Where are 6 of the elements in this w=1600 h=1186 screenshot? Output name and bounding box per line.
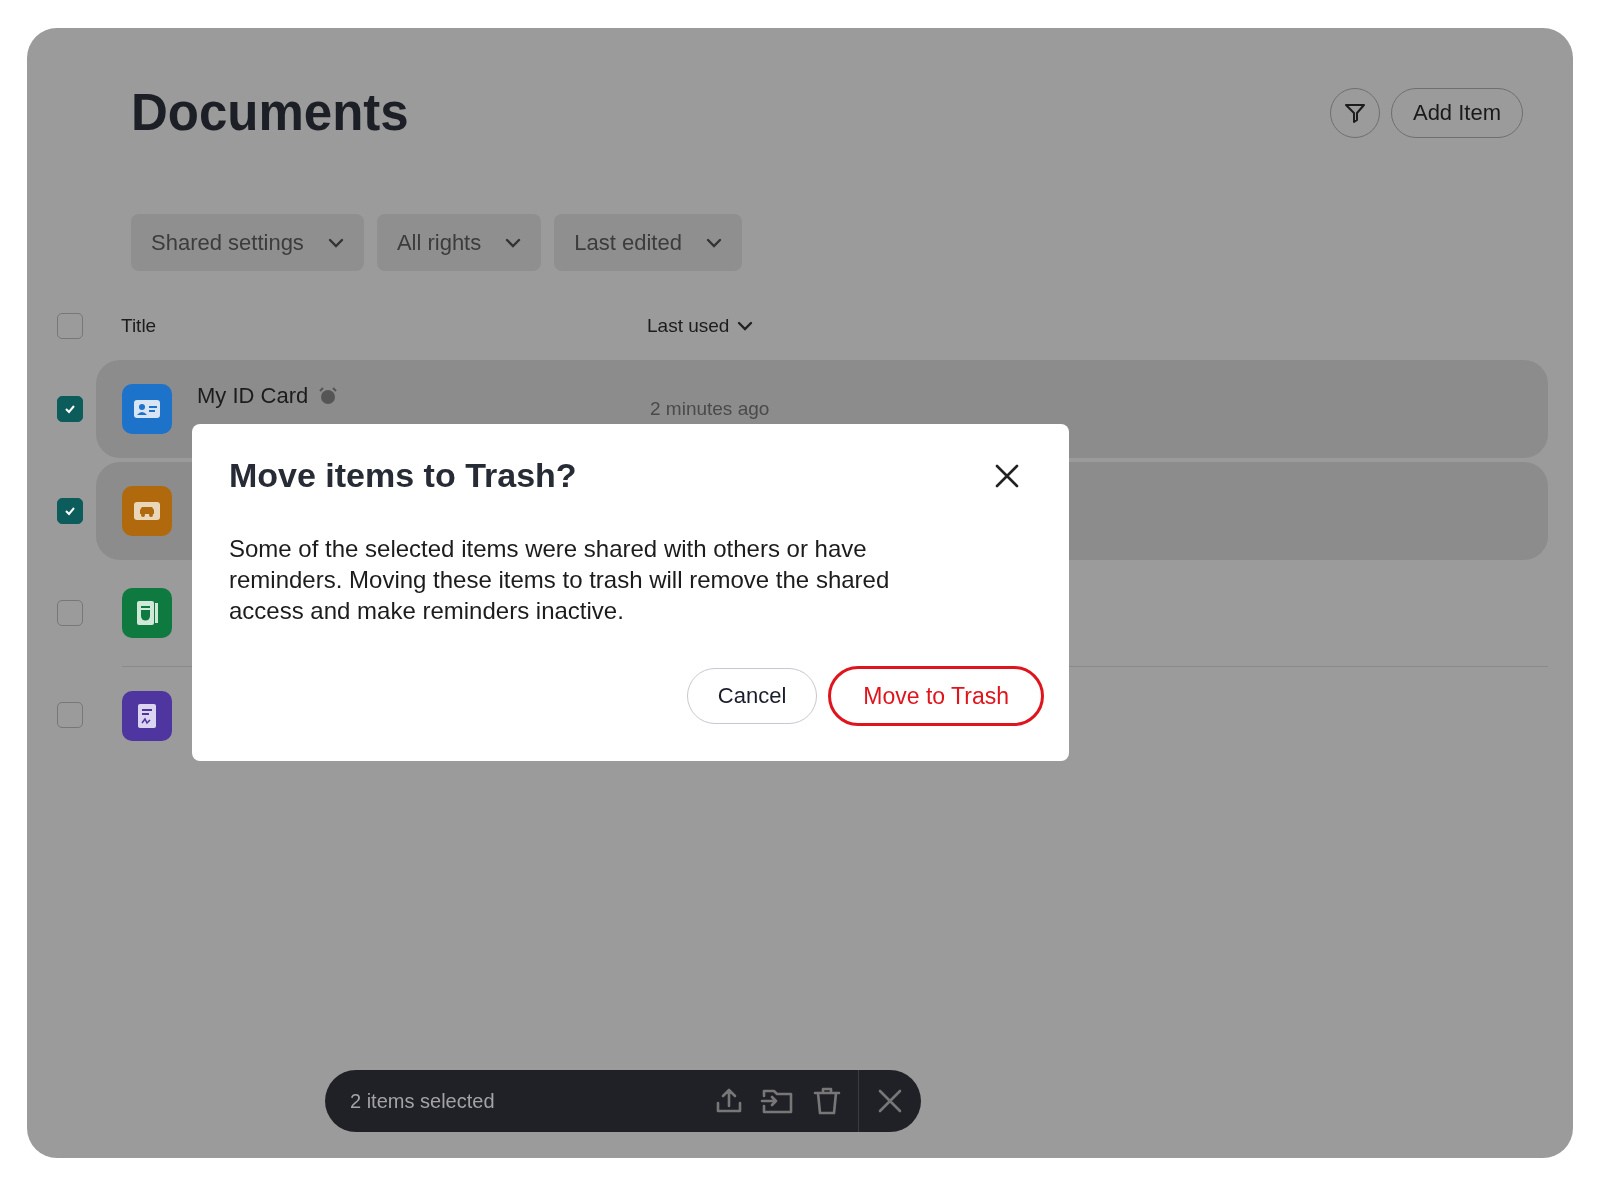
document-title: My ID Card: [197, 383, 309, 409]
dialog-message: Some of the selected items were shared with others or have reminders. Moving these items to trash will remove the shared access and make reminders inactive.: [229, 534, 891, 626]
page-title: Documents: [131, 83, 409, 142]
selection-count: 2 items selected: [350, 1089, 496, 1113]
dialog-title: Move items to Trash?: [229, 456, 577, 495]
last-used-time: 2 minutes ago: [650, 398, 770, 420]
